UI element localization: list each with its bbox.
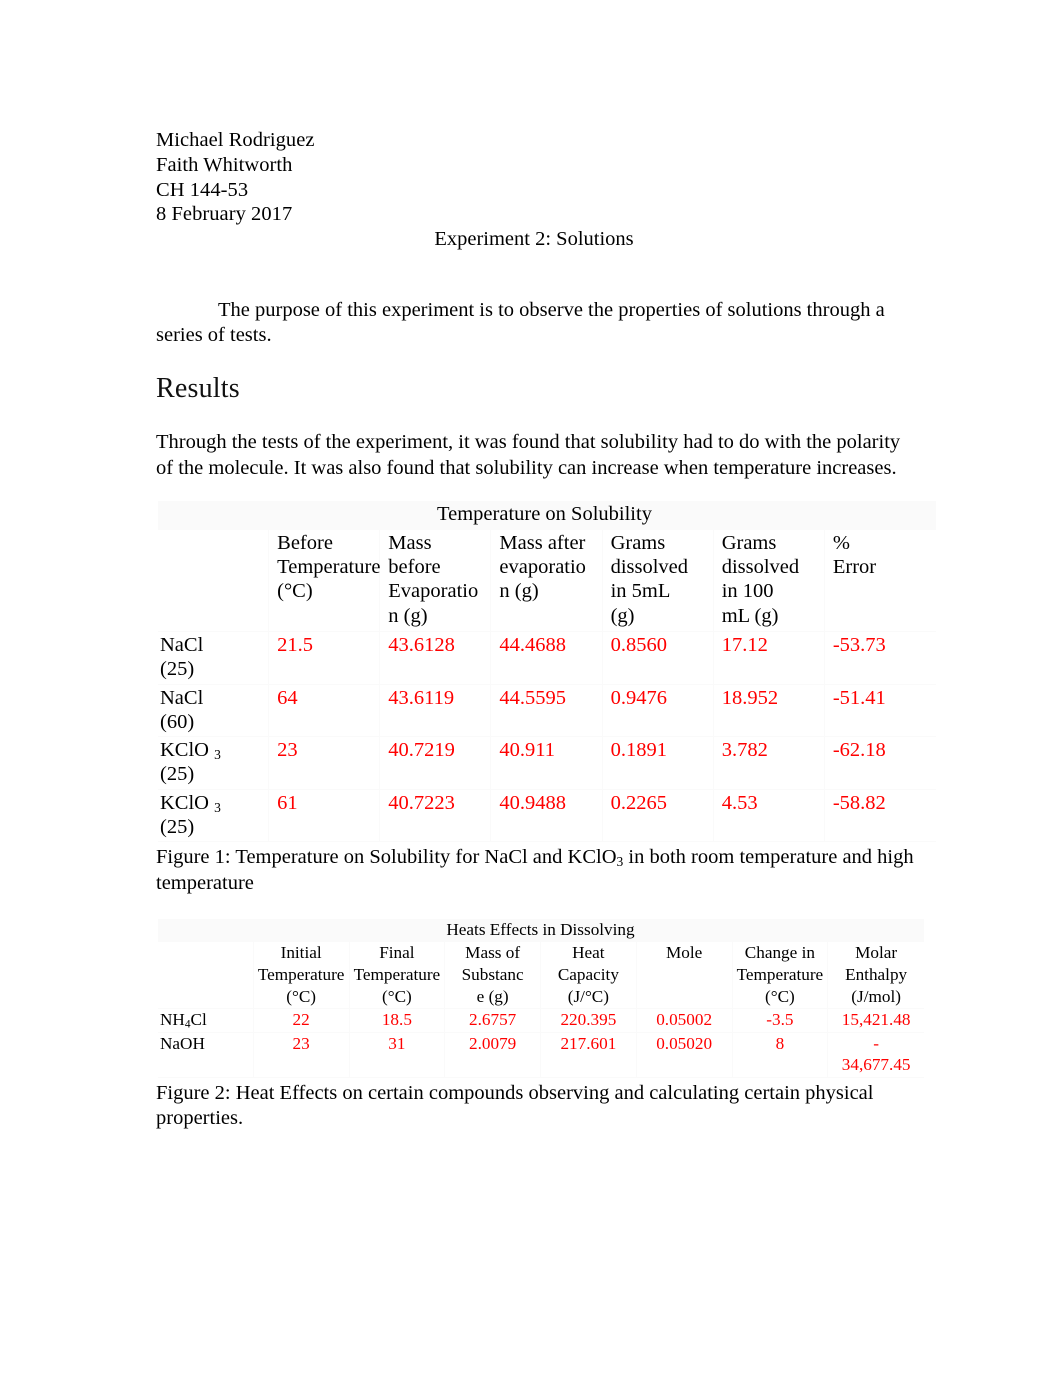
table-row: NaOH 23 31 2.0079 217.601 0.05020 8 - 34… <box>158 1032 924 1078</box>
table1-cell-percent-error: -62.18 <box>824 737 936 790</box>
table1-header-blank <box>158 529 270 632</box>
table2-header-initial-temperature: Initial Temperature (°C) <box>253 942 350 1010</box>
table1-cell-before-temp: 61 <box>269 789 381 843</box>
purpose-paragraph: The purpose of this experiment is to obs… <box>156 298 885 347</box>
partner-name: Faith Whitworth <box>156 153 293 176</box>
table1-cell-mass-after: 44.5595 <box>491 684 603 738</box>
table1-row-label: NaCl (60) <box>158 684 270 738</box>
figure1-caption: Figure 1: Temperature on Solubility for … <box>156 845 926 895</box>
table1-row-label: KClO 3 (25) <box>158 737 270 790</box>
table2-header-heat-capacity: Heat Capacity (J/°C) <box>541 942 637 1010</box>
table1-cell-mass-after: 44.4688 <box>491 631 603 685</box>
table1-header-mass-after-evaporation: Mass after evaporatio n (g) <box>491 529 603 632</box>
table2-cell-heat-capacity: 217.601 <box>541 1032 637 1078</box>
table-caption-row: Temperature on Solubility <box>158 500 936 530</box>
table2-cell-initial-temp: 23 <box>253 1032 350 1078</box>
table2-cell-mole: 0.05002 <box>636 1009 733 1033</box>
table1-cell-before-temp: 64 <box>269 684 381 738</box>
table-row: KClO 3 (25) 23 40.7219 40.911 0.1891 3.7… <box>158 737 936 790</box>
heats-effects-in-dissolving-table: Heats Effects in Dissolving Initial Temp… <box>158 918 924 1078</box>
table2-caption: Heats Effects in Dissolving <box>158 918 924 943</box>
table2-row-label: NH4Cl <box>158 1009 254 1033</box>
table-header-row: Initial Temperature (°C) Final Temperatu… <box>158 942 924 1010</box>
table1-cell-mass-before: 43.6119 <box>380 684 492 738</box>
table2-cell-mole: 0.05020 <box>636 1032 733 1078</box>
table1-cell-percent-error: -53.73 <box>824 631 936 685</box>
course-code: CH 144-53 <box>156 178 249 201</box>
table1-row-label: NaCl (25) <box>158 631 270 685</box>
temperature-on-solubility-table: Temperature on Solubility Before Tempera… <box>158 500 936 843</box>
table1-header-before-temperature: Before Temperature (°C) <box>269 529 380 632</box>
document-date: 8 February 2017 <box>156 203 293 226</box>
table-row: KClO 3 (25) 61 40.7223 40.9488 0.2265 4.… <box>158 789 936 843</box>
results-heading: Results <box>156 373 240 405</box>
table1-cell-grams-5ml: 0.8560 <box>602 631 714 685</box>
table1-cell-grams-5ml: 0.2265 <box>602 789 714 843</box>
table1-cell-percent-error: -51.41 <box>824 684 936 738</box>
table2-cell-initial-temp: 22 <box>253 1009 350 1033</box>
table1-header-grams-dissolved-100ml: Grams dissolved in 100 mL (g) <box>713 529 825 632</box>
figure2-caption: Figure 2: Heat Effects on certain compou… <box>156 1081 874 1130</box>
table1-header-grams-dissolved-5ml: Grams dissolved in 5mL (g) <box>602 529 714 632</box>
document-header-block: Michael Rodriguez Faith Whitworth CH 144… <box>156 128 930 252</box>
document-page: Michael Rodriguez Faith Whitworth CH 144… <box>0 0 1062 1377</box>
figure1-caption-prefix: Figure 1: <box>156 846 231 869</box>
table1-cell-grams-100ml: 4.53 <box>713 789 825 843</box>
table2-header-final-temperature: Final Temperature (°C) <box>349 942 446 1010</box>
table2-cell-mass: 2.6757 <box>445 1009 541 1033</box>
table-caption-row: Heats Effects in Dissolving <box>158 918 924 943</box>
table1-cell-before-temp: 23 <box>269 737 381 790</box>
figure1-caption-body-a: Temperature on Solubility for NaCl and K… <box>230 846 617 869</box>
table2-header-change-in-temperature: Change in Temperature (°C) <box>732 942 829 1010</box>
table2-cell-heat-capacity: 220.395 <box>541 1009 637 1033</box>
table2-cell-mass: 2.0079 <box>445 1032 541 1078</box>
table-row: NaCl (25) 21.5 43.6128 44.4688 0.8560 17… <box>158 631 936 685</box>
student-name: Michael Rodriguez <box>156 129 315 151</box>
table2-cell-final-temp: 31 <box>349 1032 446 1078</box>
experiment-title: Experiment 2: Solutions <box>434 228 634 251</box>
table1-cell-mass-after: 40.911 <box>491 737 603 790</box>
table1-cell-mass-before: 40.7223 <box>380 789 492 843</box>
table1-cell-grams-5ml: 0.9476 <box>602 684 714 738</box>
subscript: 3 <box>214 799 221 815</box>
table-header-row: Before Temperature (°C) Mass before Evap… <box>158 529 936 632</box>
table-row: NaCl (60) 64 43.6119 44.5595 0.9476 18.9… <box>158 684 936 738</box>
table2-cell-final-temp: 18.5 <box>349 1009 446 1033</box>
table1-cell-mass-before: 40.7219 <box>380 737 492 790</box>
table1-cell-mass-after: 40.9488 <box>491 789 603 843</box>
table1-caption: Temperature on Solubility <box>158 500 936 530</box>
table1-header-mass-before-evaporation: Mass before Evaporatio n (g) <box>380 529 492 632</box>
table1-cell-grams-5ml: 0.1891 <box>602 737 714 790</box>
results-summary-paragraph: Through the tests of the experiment, it … <box>156 431 901 479</box>
table1-cell-grams-100ml: 18.952 <box>713 684 825 738</box>
table1-header-percent-error: % Error <box>824 529 936 632</box>
table1-cell-grams-100ml: 17.12 <box>713 631 825 685</box>
table2-header-molar-enthalpy: Molar Enthalpy (J/mol) <box>828 942 924 1010</box>
table2-header-blank <box>158 942 254 1010</box>
table1-row-label: KClO 3 (25) <box>158 789 270 843</box>
table2-header-mole: Mole <box>636 942 733 1010</box>
table2-cell-delta-temp: -3.5 <box>732 1009 829 1033</box>
table1-cell-grams-100ml: 3.782 <box>713 737 825 790</box>
table2-cell-molar-enthalpy: 15,421.48 <box>828 1009 924 1033</box>
table2-cell-delta-temp: 8 <box>732 1032 829 1078</box>
table1-cell-percent-error: -58.82 <box>824 789 936 843</box>
table2-cell-molar-enthalpy: - 34,677.45 <box>828 1032 924 1078</box>
table1-cell-mass-before: 43.6128 <box>380 631 492 685</box>
subscript: 3 <box>214 747 221 763</box>
table2-header-mass-of-substance: Mass of Substanc e (g) <box>445 942 541 1010</box>
table1-cell-before-temp: 21.5 <box>269 631 381 685</box>
table2-row-label: NaOH <box>158 1032 254 1078</box>
table-row: NH4Cl 22 18.5 2.6757 220.395 0.05002 -3.… <box>158 1009 924 1033</box>
